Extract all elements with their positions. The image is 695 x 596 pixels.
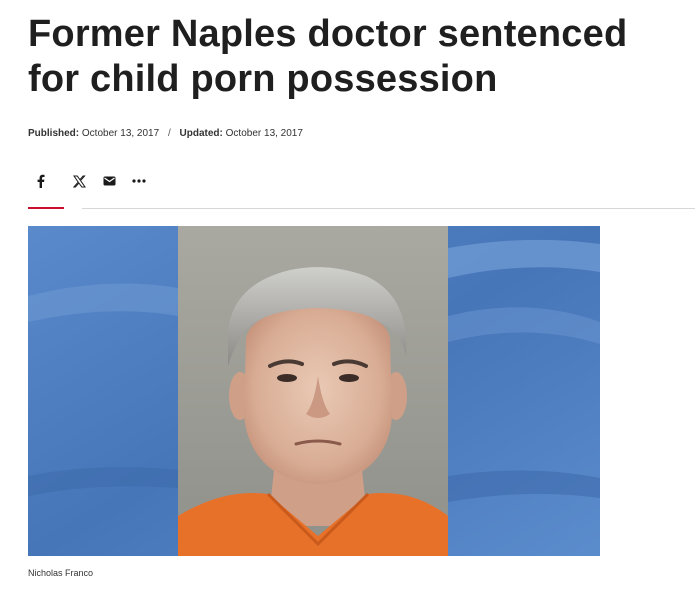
hero-image-caption: Nicholas Franco <box>28 568 94 578</box>
share-bar <box>28 170 154 192</box>
hero-image <box>28 226 600 556</box>
dateline-separator: / <box>167 128 171 139</box>
updated-label: Updated: <box>179 128 223 139</box>
envelope-icon <box>103 176 115 186</box>
share-facebook-button[interactable] <box>28 170 64 192</box>
article-dateline: Published: October 13, 2017 / Updated: O… <box>28 128 303 139</box>
updated-date: October 13, 2017 <box>225 128 303 139</box>
share-email-button[interactable] <box>94 170 124 192</box>
x-twitter-icon <box>72 175 86 187</box>
mugshot-photo <box>28 226 600 556</box>
published-label: Published: <box>28 128 80 139</box>
article-page: Former Naples doctor sentenced for child… <box>0 0 695 596</box>
section-divider <box>28 208 695 209</box>
share-more-button[interactable] <box>124 170 154 192</box>
ellipsis-icon <box>132 179 146 183</box>
facebook-icon <box>37 174 45 188</box>
article-headline: Former Naples doctor sentenced for child… <box>28 13 628 100</box>
divider-accent-bar <box>28 207 64 209</box>
divider-gap <box>64 207 82 210</box>
share-x-button[interactable] <box>64 170 94 192</box>
published-date: October 13, 2017 <box>81 128 160 139</box>
